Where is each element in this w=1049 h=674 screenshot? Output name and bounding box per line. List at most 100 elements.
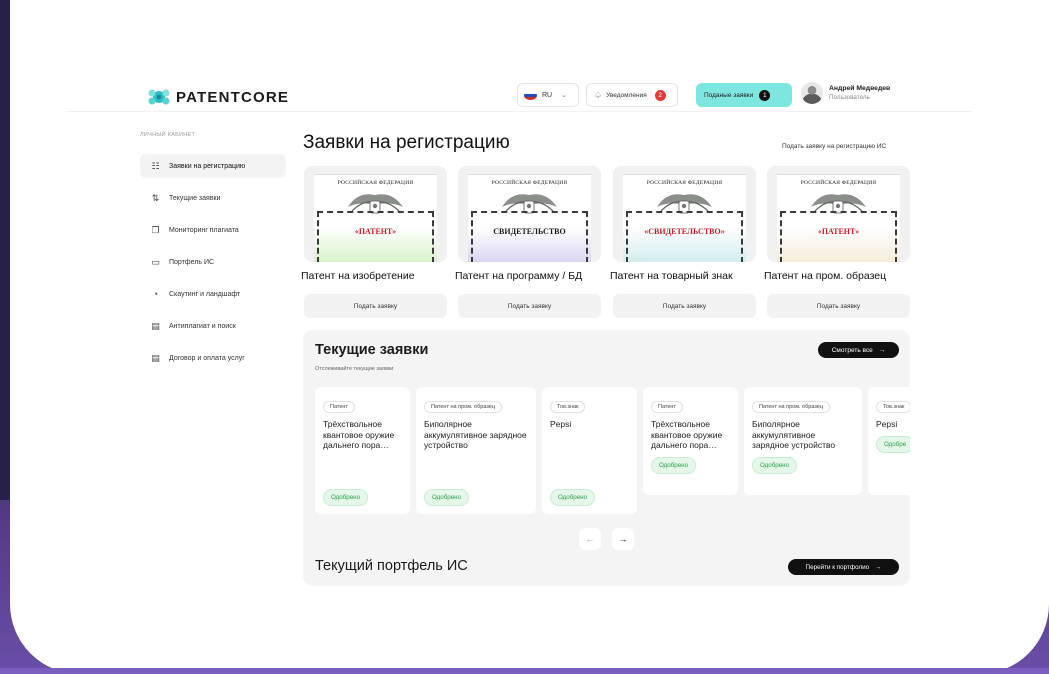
certificate-frame	[626, 211, 743, 262]
application-card[interactable]: Патент на пром. образец Биполярное аккуму…	[416, 387, 536, 514]
application-title: Биполярное аккумулятивное зарядное устро…	[424, 419, 527, 450]
status-badge: Одобрено	[651, 456, 697, 474]
arrow-right-icon: →	[618, 534, 628, 544]
status-badge: Одобрено	[752, 456, 798, 474]
sidebar-item-label: Договор и оплата услуг	[169, 354, 245, 362]
application-type-tag: Патент на пром. образец	[424, 401, 502, 413]
arrow-right-icon: →	[878, 346, 886, 354]
left-strip	[0, 0, 10, 500]
notifications-count: 2	[654, 89, 666, 101]
current-applications-title: Текущие заявки	[315, 342, 429, 358]
bottom-bar	[0, 668, 1049, 674]
submitted-applications-button[interactable]: Поданые заявки 1	[696, 83, 792, 107]
user-name: Андрей Медведев	[829, 85, 891, 92]
sidebar-item-1[interactable]: ☷ Заявки на регистрацию	[140, 154, 286, 178]
certificate-header: РОССИЙСКАЯ ФЕДЕРАЦИЯ	[491, 180, 568, 186]
chevron-down-icon: ⌄	[561, 92, 567, 99]
carousel-prev-button[interactable]: ←	[579, 528, 601, 550]
submit-application-button[interactable]: Подать заявку	[304, 294, 447, 318]
application-card[interactable]: Тов.знак Pepsi Одобрено	[542, 387, 637, 514]
application-title: Трёхствольное квантовое оружие дальнего …	[323, 419, 395, 450]
certificate-type: «ПАТЕНТ»	[817, 227, 860, 236]
status-badge: Одобрено	[550, 489, 596, 506]
application-card[interactable]: Патент Трёхствольное квантовое оружие дал…	[643, 387, 738, 495]
bell-icon: ♤	[594, 89, 603, 100]
sidebar-item-3[interactable]: ❐ Мониторинг плагиата	[140, 218, 286, 242]
certificate-preview[interactable]: РОССИЙСКАЯ ФЕДЕРАЦИЯ «ПАТЕНТ»	[767, 166, 910, 262]
application-title: Pepsi	[876, 419, 898, 429]
avatar	[801, 82, 823, 104]
certificate-document: РОССИЙСКАЯ ФЕДЕРАЦИЯ «ПАТЕНТ»	[777, 174, 900, 262]
go-to-portfolio-button[interactable]: Перейти к портфолио →	[788, 559, 899, 575]
status-badge: Одобре	[876, 435, 910, 453]
carousel-next-button[interactable]: →	[612, 528, 634, 550]
russia-flag-icon	[524, 90, 537, 100]
certificate-header: РОССИЙСКАЯ ФЕДЕРАЦИЯ	[646, 180, 723, 186]
language-selector[interactable]: RU ⌄	[517, 83, 579, 107]
current-applications-subtitle: Отслеживайте текущие заявки	[315, 366, 394, 372]
application-card[interactable]: Патент Трёхствольное квантовое оружие дал…	[315, 387, 410, 514]
sidebar-title: ЛИЧНЫЙ КАБИНЕТ	[140, 132, 196, 138]
certificate-frame	[317, 211, 434, 262]
contract-icon: ▤	[151, 352, 160, 363]
sidebar-item-label: Текущие заявки	[169, 194, 221, 202]
notifications-label: Уведомления	[606, 91, 647, 99]
current-applications-section: Текущие заявки Отслеживайте текущие заяв…	[303, 330, 910, 586]
page-title: Заявки на регистрацию	[303, 132, 510, 153]
see-all-button[interactable]: Смотреть все →	[818, 342, 899, 358]
go-to-portfolio-label: Перейти к портфолио	[805, 563, 870, 571]
certificate-preview[interactable]: РОССИЙСКАЯ ФЕДЕРАЦИЯ «ПАТЕНТ»	[304, 166, 447, 262]
sidebar-item-2[interactable]: ⇅ Текущие заявки	[140, 186, 286, 210]
certificate-frame	[780, 211, 897, 262]
submit-application-button[interactable]: Подать заявку	[458, 294, 601, 318]
sidebar-item-label: Заявки на регистрацию	[169, 162, 246, 170]
sidebar-item-label: Антиплагиат и поиск	[169, 322, 236, 330]
certificate-type: СВИДЕТЕЛЬСТВО	[493, 227, 566, 236]
application-type-tag: Патент	[323, 401, 355, 413]
application-title: Pepsi	[550, 419, 572, 429]
application-type-tag: Тов.знак	[550, 401, 586, 413]
sidebar-item-label: Скаутинг и ландшафт	[169, 290, 241, 298]
language-code: RU	[542, 91, 553, 99]
application-card[interactable]: Тов.знак Pepsi Одобре	[868, 387, 910, 495]
stopwatch-icon: ◔	[152, 289, 159, 299]
user-profile[interactable]: Андрей Медведев Пользователь	[801, 82, 890, 104]
portfolio-title: Текущий портфель ИС	[315, 558, 468, 574]
certificate-preview[interactable]: РОССИЙСКАЯ ФЕДЕРАЦИЯ СВИДЕТЕЛЬСТВО	[458, 166, 601, 262]
status-badge: Одобрено	[323, 489, 369, 506]
certificate-label: Патент на пром. образец	[764, 270, 887, 282]
certificate-document: РОССИЙСКАЯ ФЕДЕРАЦИЯ «ПАТЕНТ»	[314, 174, 437, 262]
sidebar-item-label: Мониторинг плагиата	[169, 226, 239, 234]
status-badge: Одобрено	[424, 489, 470, 506]
arrow-left-icon: ←	[585, 534, 595, 544]
application-type-tag: Патент на пром. образец	[752, 401, 830, 413]
register-ip-link[interactable]: Подать заявку на регистрацию ИС	[782, 143, 886, 150]
briefcase-icon: ▭	[151, 256, 160, 267]
certificate-preview[interactable]: РОССИЙСКАЯ ФЕДЕРАЦИЯ «СВИДЕТЕЛЬСТВО»	[613, 166, 756, 262]
sidebar-item-5[interactable]: ◔ Скаутинг и ландшафт	[140, 282, 286, 306]
sidebar-item-4[interactable]: ▭ Портфель ИС	[140, 250, 286, 274]
sidebar-item-7[interactable]: ▤ Договор и оплата услуг	[140, 346, 286, 370]
submitted-count: 1	[759, 89, 771, 101]
submit-application-button[interactable]: Подать заявку	[767, 294, 910, 318]
certificate-type: «ПАТЕНТ»	[354, 227, 397, 236]
sidebar-item-6[interactable]: ▤ Антиплагиат и поиск	[140, 314, 286, 338]
application-card[interactable]: Патент на пром. образец Биполярное аккуму…	[744, 387, 862, 495]
certificate-label: Патент на изобретение	[301, 270, 415, 282]
certificate-header: РОССИЙСКАЯ ФЕДЕРАЦИЯ	[337, 180, 414, 186]
certificate-frame	[471, 211, 588, 262]
see-all-label: Смотреть все	[831, 346, 873, 354]
copy-icon: ❐	[151, 224, 160, 235]
submitted-label: Поданые заявки	[704, 91, 754, 99]
certificate-label: Патент на товарный знак	[610, 270, 733, 282]
certificate-label: Патент на программу / БД	[455, 270, 583, 282]
certificate-document: РОССИЙСКАЯ ФЕДЕРАЦИЯ «СВИДЕТЕЛЬСТВО»	[623, 174, 746, 262]
doc-search-icon: ▤	[151, 320, 160, 331]
application-type-tag: Тов.знак	[876, 401, 910, 413]
submit-application-button[interactable]: Подать заявку	[613, 294, 756, 318]
sidebar-item-label: Портфель ИС	[169, 258, 215, 266]
certificate-type: «СВИДЕТЕЛЬСТВО»	[644, 227, 725, 236]
flow-icon: ⇅	[151, 192, 160, 203]
application-title: Биполярное аккумулятивное зарядное устро…	[752, 419, 836, 450]
notifications-button[interactable]: ♤ Уведомления 2	[586, 83, 678, 107]
